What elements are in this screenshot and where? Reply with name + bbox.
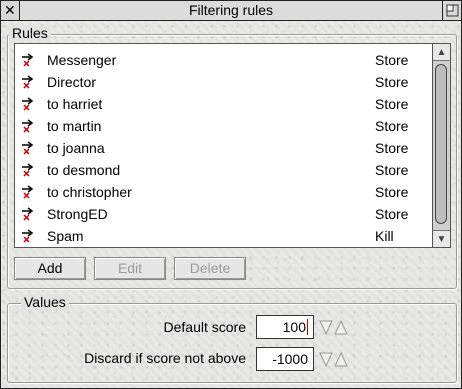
rule-action: Store <box>375 96 409 112</box>
rule-row[interactable]: Spam Kill <box>15 225 433 247</box>
rule-row[interactable]: to joanna Store <box>15 137 433 159</box>
rule-action: Store <box>375 162 409 178</box>
rule-name: to christopher <box>47 184 132 200</box>
rule-arrow-icon <box>22 53 34 67</box>
values-group <box>7 303 457 383</box>
rule-name: Director <box>47 74 97 90</box>
rule-name: to harriet <box>47 96 103 112</box>
default-score-field[interactable]: 100 <box>256 315 314 339</box>
rule-arrow-icon <box>22 141 34 155</box>
rule-row[interactable]: Director Store <box>15 71 433 93</box>
rule-row[interactable]: Messenger Store <box>15 49 433 71</box>
title-bar[interactable]: ✕ Filtering rules <box>1 1 461 21</box>
close-button[interactable]: ✕ <box>1 1 20 20</box>
rule-arrow-icon <box>22 229 34 243</box>
edit-button[interactable]: Edit <box>94 257 166 280</box>
rule-name: Spam <box>47 228 84 244</box>
delete-button[interactable]: Delete <box>174 257 246 280</box>
rule-row[interactable]: to martin Store <box>15 115 433 137</box>
window: ✕ Filtering rules Rules Messenger Store Di… <box>0 0 462 389</box>
add-button[interactable]: Add <box>14 257 86 280</box>
rule-action: Kill <box>375 228 394 244</box>
default-score-value: 100 <box>282 319 306 335</box>
default-score-adjuster-icon[interactable] <box>319 318 349 338</box>
values-group-label: Values <box>21 295 69 310</box>
rule-name: to joanna <box>47 140 105 156</box>
rule-name: to desmond <box>47 162 121 178</box>
rule-arrow-icon <box>22 75 34 89</box>
rule-row[interactable]: to harriet Store <box>15 93 433 115</box>
rule-action: Store <box>375 184 409 200</box>
text-caret <box>307 319 308 335</box>
rules-group-label: Rules <box>9 26 51 41</box>
scroll-up-arrow[interactable]: ▲ <box>433 44 450 61</box>
scroll-thumb[interactable] <box>435 64 447 224</box>
discard-score-value: -1000 <box>272 351 308 367</box>
discard-label: Discard if score not above <box>84 350 246 366</box>
window-title: Filtering rules <box>188 2 274 18</box>
rule-arrow-icon <box>22 97 34 111</box>
rule-row[interactable]: StrongED Store <box>15 203 433 225</box>
rule-arrow-icon <box>22 163 34 177</box>
rule-arrow-icon <box>22 185 34 199</box>
rules-list[interactable]: Messenger Store Director Store to harriet Sto… <box>14 43 451 248</box>
rule-row[interactable]: to christopher Store <box>15 181 433 203</box>
discard-score-field[interactable]: -1000 <box>256 347 314 371</box>
discard-score-adjuster-icon[interactable] <box>319 350 349 370</box>
default-score-label: Default score <box>163 319 246 335</box>
rule-action: Store <box>375 118 409 134</box>
rule-name: to martin <box>47 118 102 134</box>
rule-arrow-icon <box>22 119 34 133</box>
rule-name: Messenger <box>47 52 117 68</box>
rule-action: Store <box>375 140 409 156</box>
close-icon: ✕ <box>4 2 16 18</box>
scroll-down-arrow[interactable]: ▼ <box>433 230 450 247</box>
rule-action: Store <box>375 52 409 68</box>
rule-action: Store <box>375 74 409 90</box>
rules-scrollbar[interactable]: ▲ ▼ <box>432 44 450 247</box>
toggle-size-button[interactable] <box>442 1 461 20</box>
toggle-size-icon <box>446 4 459 17</box>
rule-row[interactable]: to desmond Store <box>15 159 433 181</box>
rule-name: StrongED <box>47 206 108 222</box>
rule-action: Store <box>375 206 409 222</box>
rule-arrow-icon <box>22 207 34 221</box>
